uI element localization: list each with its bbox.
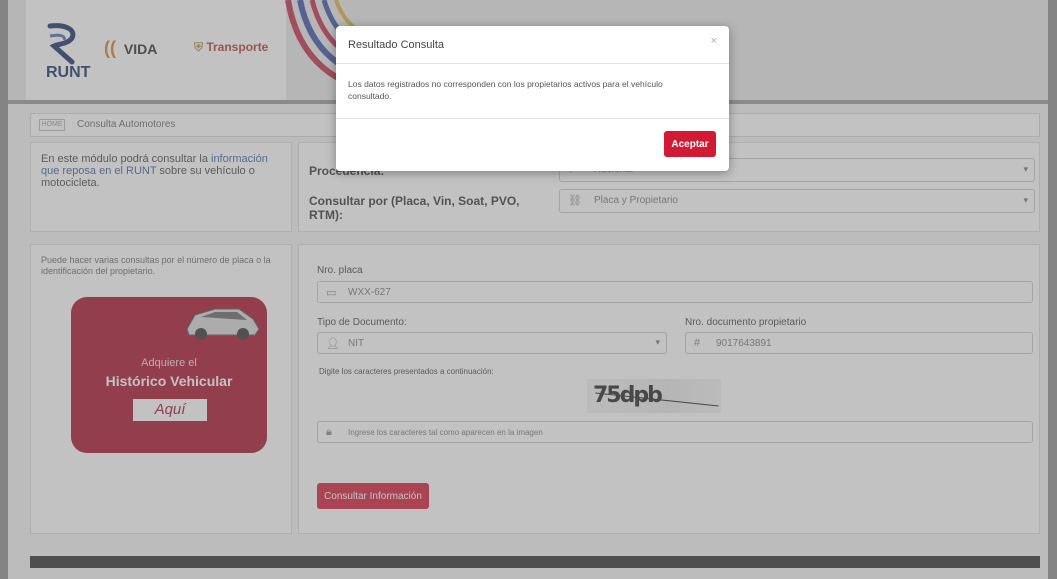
accept-button[interactable]: Aceptar — [664, 131, 716, 157]
modal-header: Resultado Consulta × — [336, 26, 729, 64]
modal-title: Resultado Consulta — [348, 39, 445, 51]
modal-message: Los datos registrados no corresponden co… — [348, 79, 663, 101]
result-modal: Resultado Consulta × Los datos registrad… — [336, 26, 729, 171]
modal-footer: Aceptar — [336, 118, 729, 171]
close-icon[interactable]: × — [711, 35, 717, 47]
